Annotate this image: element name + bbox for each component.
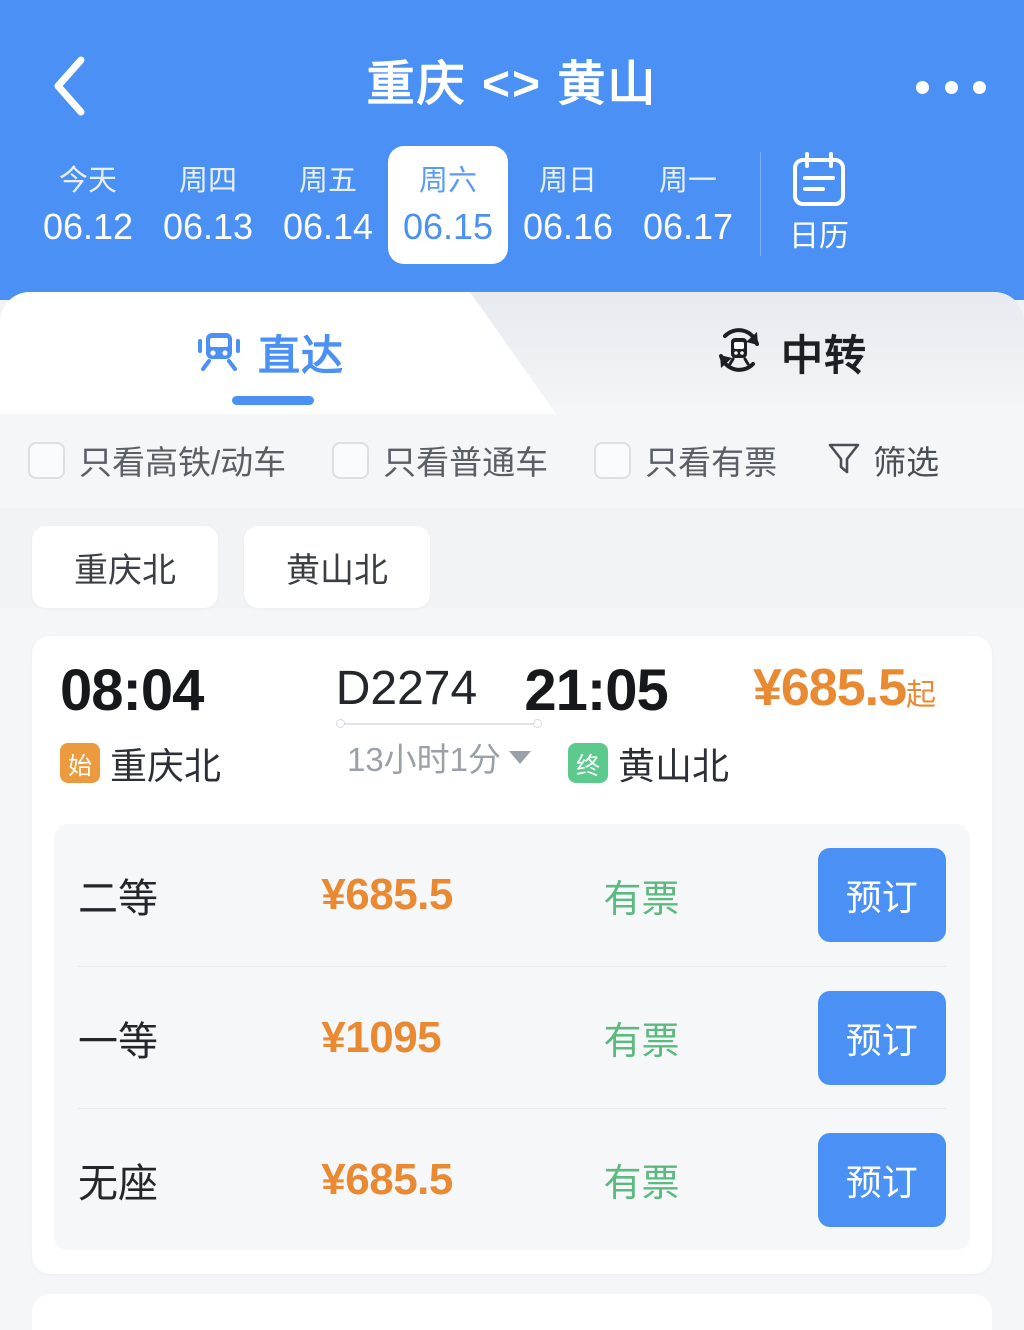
back-button[interactable] xyxy=(40,56,100,116)
more-horizontal-icon xyxy=(944,80,958,94)
station-chip-row: 重庆北 黄山北 xyxy=(0,508,1024,608)
train-transfer-icon xyxy=(713,324,765,381)
date-item-3-selected[interactable]: 周六 06.15 xyxy=(388,146,508,264)
seat-availability: 有票 xyxy=(603,1163,680,1205)
seat-class-name: 二等 xyxy=(78,877,158,921)
checkbox-label: 只看有票 xyxy=(645,444,778,481)
checkbox-high-speed-only[interactable]: 只看高铁/动车 xyxy=(28,436,286,484)
duration-label: 13小时1分 xyxy=(346,741,502,778)
divider xyxy=(760,152,761,256)
route-start-dot xyxy=(336,719,345,728)
funnel-icon xyxy=(827,440,861,481)
date-number: 06.16 xyxy=(522,206,614,247)
end-station-badge: 终 xyxy=(568,743,608,783)
seat-row: 无座 ¥685.5 有票 预订 xyxy=(78,1108,947,1250)
more-horizontal-icon xyxy=(916,80,929,94)
date-selector: 今天 06.12 周四 06.13 周五 06.14 周六 06.15 周日 0… xyxy=(0,140,1024,300)
seat-row: 二等 ¥685.5 有票 预订 xyxy=(78,824,947,966)
filter-button[interactable]: 筛选 xyxy=(827,436,939,484)
next-train-result-card[interactable] xyxy=(32,1294,992,1330)
book-button[interactable]: 预订 xyxy=(817,848,947,942)
train-result-card[interactable]: 08:04 D2274 21:05 ¥685.5起 始 重庆北 13小时1分 终… xyxy=(32,636,992,1274)
page-header: 重庆 <> 黄山 今天 06.12 周四 06.13 周五 06.14 周六 0… xyxy=(0,0,1024,300)
date-number: 06.13 xyxy=(162,206,254,247)
train-number: D2274 xyxy=(335,662,478,715)
departure-station-name: 重庆北 xyxy=(110,746,221,787)
seat-price: ¥685.5 xyxy=(321,1154,453,1204)
date-item-1[interactable]: 周四 06.13 xyxy=(148,146,268,264)
checkbox-icon[interactable] xyxy=(332,441,370,479)
checkbox-icon[interactable] xyxy=(28,441,65,479)
seat-row: 一等 ¥1095 有票 预订 xyxy=(78,966,947,1108)
checkbox-normal-train-only[interactable]: 只看普通车 xyxy=(332,436,548,484)
date-weekday: 周四 xyxy=(178,165,237,197)
seat-availability: 有票 xyxy=(603,1021,680,1063)
train-stations-row: 始 重庆北 13小时1分 终 黄山北 xyxy=(60,719,964,790)
date-item-2[interactable]: 周五 06.14 xyxy=(268,146,388,264)
date-weekday: 周一 xyxy=(658,165,717,197)
tab-direct[interactable]: 直达 xyxy=(80,292,460,412)
departure-station: 始 重庆北 xyxy=(60,736,310,790)
checkbox-label: 只看普通车 xyxy=(383,444,549,481)
date-item-5[interactable]: 周一 06.17 xyxy=(628,146,748,264)
more-horizontal-icon xyxy=(973,80,986,94)
more-options-button[interactable] xyxy=(916,62,986,112)
train-number-wrap: D2274 xyxy=(289,658,525,720)
seat-class-table: 二等 ¥685.5 有票 预订 一等 ¥1095 有票 预订 无座 ¥685.5… xyxy=(54,824,970,1250)
calendar-label: 日历 xyxy=(789,219,849,253)
seat-price: ¥685.5 xyxy=(321,870,453,919)
calendar-button[interactable]: 日历 xyxy=(765,140,873,264)
seat-availability: 有票 xyxy=(603,878,680,921)
date-number: 06.15 xyxy=(402,206,494,247)
tab-transfer-label: 中转 xyxy=(780,331,867,379)
tab-transfer[interactable]: 中转 xyxy=(600,292,980,412)
tab-bar: 直达 中转 xyxy=(0,292,1024,414)
arrival-time: 21:05 xyxy=(524,658,668,723)
date-weekday: 周日 xyxy=(538,165,597,197)
route-line-bar xyxy=(340,723,538,725)
duration-block: 13小时1分 xyxy=(310,719,568,781)
seat-class-name: 一等 xyxy=(78,1019,158,1064)
filter-label: 筛选 xyxy=(873,444,940,481)
station-chip-arrival[interactable]: 黄山北 xyxy=(244,526,430,608)
navigation-bar: 重庆 <> 黄山 xyxy=(0,0,1024,140)
arrival-station: 终 黄山北 xyxy=(568,736,818,790)
page-title: 重庆 <> 黄山 xyxy=(366,58,658,111)
calendar-icon xyxy=(791,150,847,213)
checkbox-label: 只看高铁/动车 xyxy=(79,444,287,481)
route-line xyxy=(336,719,542,729)
date-weekday: 今天 xyxy=(58,165,117,197)
start-station-badge: 始 xyxy=(60,743,100,783)
chevron-left-icon xyxy=(50,55,90,117)
date-item-0[interactable]: 今天 06.12 xyxy=(28,146,148,264)
lead-price: ¥685.5起 xyxy=(753,658,964,718)
date-weekday: 周五 xyxy=(298,165,357,197)
checkbox-available-only[interactable]: 只看有票 xyxy=(594,436,777,484)
arrival-station-name: 黄山北 xyxy=(618,746,729,787)
active-tab-underline xyxy=(232,396,314,405)
date-number: 06.12 xyxy=(42,206,134,247)
date-item-4[interactable]: 周日 06.16 xyxy=(508,146,628,264)
route-end-dot xyxy=(533,719,542,728)
lead-price-suffix: 起 xyxy=(906,679,937,712)
filter-row: 只看高铁/动车 只看普通车 只看有票 筛选 xyxy=(0,412,1024,508)
book-button[interactable]: 预订 xyxy=(817,990,947,1085)
tab-direct-label: 直达 xyxy=(257,331,344,379)
date-number: 06.17 xyxy=(642,206,734,247)
departure-time: 08:04 xyxy=(60,658,204,723)
date-weekday: 周六 xyxy=(418,165,477,197)
duration-toggle[interactable]: 13小时1分 xyxy=(346,733,532,781)
train-front-icon xyxy=(196,327,242,378)
results-sheet: 直达 中转 只看高铁/动车 只看普通车 只看有票 筛选 重庆北 黄山北 08:0… xyxy=(0,292,1024,1330)
lead-price-currency: ¥ xyxy=(752,659,782,717)
seat-class-name: 无座 xyxy=(78,1161,158,1206)
date-number: 06.14 xyxy=(282,206,374,247)
chevron-down-icon xyxy=(509,750,532,764)
train-card-header: 08:04 D2274 21:05 ¥685.5起 始 重庆北 13小时1分 终… xyxy=(32,636,992,818)
station-chip-departure[interactable]: 重庆北 xyxy=(32,526,218,608)
checkbox-icon[interactable] xyxy=(594,441,632,479)
seat-price: ¥1095 xyxy=(321,1012,442,1062)
lead-price-value: 685.5 xyxy=(780,659,907,717)
book-button[interactable]: 预订 xyxy=(817,1132,947,1227)
